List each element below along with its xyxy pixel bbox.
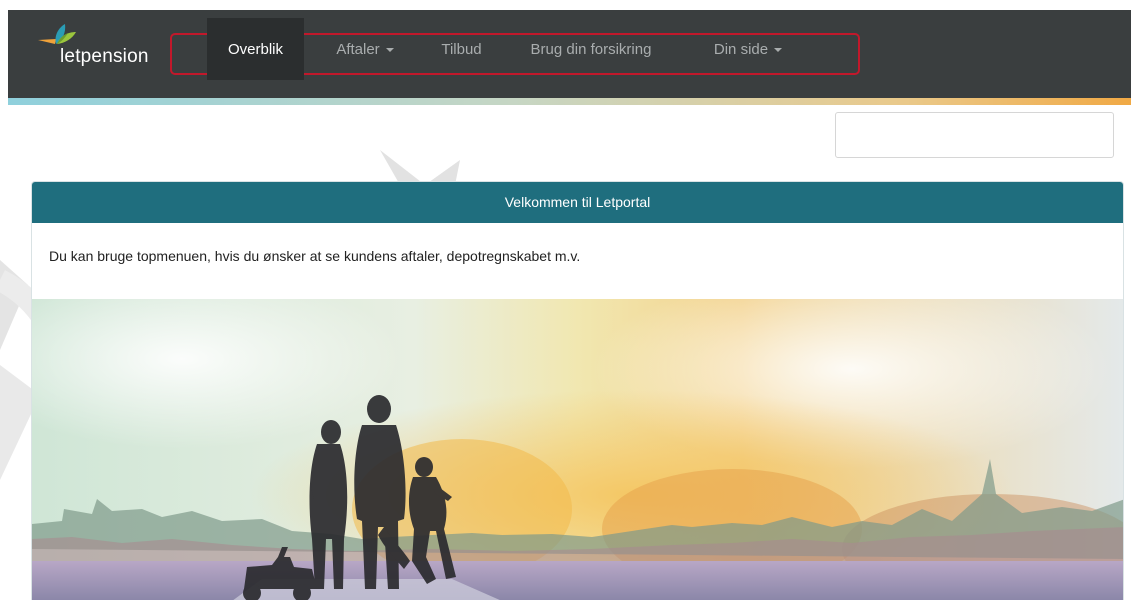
nav-label-overblik: Overblik [227,40,283,58]
nav-item-overblik[interactable]: Overblik [207,18,304,80]
caret-down-icon [385,48,394,52]
nav-label-din-side: Din side [713,40,769,58]
caret-down-icon [774,48,783,52]
nav-label-aftaler: Aftaler [336,40,380,58]
nav-label-brug-din-forsikring: Brug din forsikring [530,40,652,58]
panel-body-text: Du kan bruge topmenuen, hvis du ønsker a… [49,248,581,264]
nav-item-din-side[interactable]: Din side [697,18,799,80]
panel-title: Velkommen til Letportal [32,182,1123,223]
family-silhouette-image [32,299,1123,600]
welcome-panel: Velkommen til Letportal Du kan bruge top… [31,181,1124,600]
nav-item-tilbud[interactable]: Tilbud [425,18,498,80]
nav-label-tilbud: Tilbud [441,40,482,58]
nav-item-aftaler[interactable]: Aftaler [318,18,412,80]
letpension-logo[interactable]: letpension [38,22,168,74]
nav-item-brug-din-forsikring[interactable]: Brug din forsikring [508,18,674,80]
background-watermark-top [380,150,460,185]
search-input[interactable] [835,112,1114,158]
color-stripe [8,98,1131,105]
logo-text: letpension [60,46,149,67]
